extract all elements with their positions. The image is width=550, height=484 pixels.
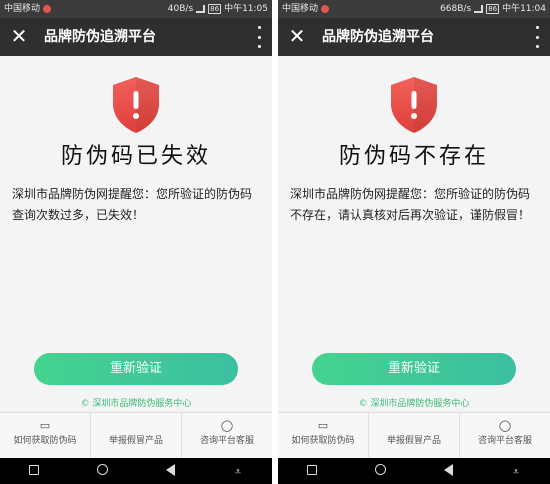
warning-shield-icon bbox=[391, 77, 437, 133]
battery-level: 86 bbox=[486, 4, 500, 14]
home-button[interactable] bbox=[370, 464, 390, 478]
retry-verify-button[interactable]: 重新验证 bbox=[34, 353, 238, 385]
bottom-tab-bar: ▭ 如何获取防伪码 举报假冒产品 ◯ 咨询平台客服 bbox=[0, 412, 272, 458]
tab-how-to-get-code[interactable]: ▭ 如何获取防伪码 bbox=[0, 413, 91, 458]
report-icon bbox=[91, 418, 181, 434]
more-options-icon[interactable] bbox=[254, 26, 264, 48]
system-nav-bar: ⩡ bbox=[278, 458, 550, 484]
status-message: 深圳市品牌防伪网提醒您：您所验证的防伪码不存在，请认真核对后再次验证，谨防假冒！ bbox=[290, 187, 531, 222]
tab-label: 咨询平台客服 bbox=[477, 436, 532, 446]
tab-how-to-get-code[interactable]: ▭ 如何获取防伪码 bbox=[278, 413, 369, 458]
tab-label: 如何获取防伪码 bbox=[13, 436, 77, 446]
status-right: 40B/s 86 中午11:05 bbox=[168, 0, 268, 18]
tab-report-counterfeit[interactable]: 举报假冒产品 bbox=[91, 413, 182, 458]
close-icon[interactable]: ✕ bbox=[8, 24, 30, 48]
page-title: 品牌防伪追溯平台 bbox=[44, 29, 156, 45]
close-icon[interactable]: ✕ bbox=[286, 24, 308, 48]
tab-label: 举报假冒产品 bbox=[386, 436, 441, 446]
carrier-icon bbox=[43, 5, 52, 13]
notification-drawer-button[interactable]: ⩡ bbox=[506, 466, 526, 477]
system-nav-bar: ⩡ bbox=[0, 458, 272, 484]
status-bar: 中国移动 668B/s 86 中午11:04 bbox=[278, 0, 550, 18]
tab-customer-service[interactable]: ◯ 咨询平台客服 bbox=[460, 413, 550, 458]
status-headline: 防伪码不存在 bbox=[338, 144, 489, 169]
footer-copyright: © 深圳市品牌防伪服务中心 bbox=[358, 399, 470, 409]
status-headline: 防伪码已失效 bbox=[60, 144, 211, 169]
tab-label: 举报假冒产品 bbox=[108, 436, 163, 446]
chat-bubble-icon: ◯ bbox=[498, 419, 512, 432]
clock: 中午11:04 bbox=[502, 4, 546, 14]
more-options-icon[interactable] bbox=[532, 26, 542, 48]
status-message: 深圳市品牌防伪网提醒您：您所验证的防伪码查询次数过多，已失效！ bbox=[12, 187, 253, 222]
back-button[interactable] bbox=[438, 463, 458, 479]
network-speed: 40B/s bbox=[167, 4, 194, 14]
tab-report-counterfeit[interactable]: 举报假冒产品 bbox=[369, 413, 460, 458]
status-left: 中国移动 bbox=[4, 0, 52, 18]
phone-screen-expired: 中国移动 40B/s 86 中午11:05 ✕ 品牌防伪追溯平台 防伪码已失效 … bbox=[0, 0, 272, 484]
bottom-tab-bar: ▭ 如何获取防伪码 举报假冒产品 ◯ 咨询平台客服 bbox=[278, 412, 550, 458]
retry-verify-button[interactable]: 重新验证 bbox=[312, 353, 516, 385]
carrier-name: 中国移动 bbox=[4, 4, 41, 14]
signal-icon bbox=[474, 5, 484, 13]
title-bar: ✕ 品牌防伪追溯平台 bbox=[0, 18, 272, 56]
chat-bubble-icon: ◯ bbox=[220, 419, 234, 432]
battery-level: 86 bbox=[208, 4, 222, 14]
footer-copyright: © 深圳市品牌防伪服务中心 bbox=[80, 399, 192, 409]
report-icon bbox=[369, 418, 459, 434]
recents-button[interactable] bbox=[24, 464, 44, 478]
carrier-name: 中国移动 bbox=[282, 4, 319, 14]
tab-label: 咨询平台客服 bbox=[199, 436, 254, 446]
wallet-icon: ▭ bbox=[39, 419, 51, 432]
tab-customer-service[interactable]: ◯ 咨询平台客服 bbox=[182, 413, 272, 458]
carrier-icon bbox=[321, 5, 330, 13]
page-title: 品牌防伪追溯平台 bbox=[322, 29, 434, 45]
status-left: 中国移动 bbox=[282, 0, 330, 18]
phone-screen-not-found: 中国移动 668B/s 86 中午11:04 ✕ 品牌防伪追溯平台 防伪码不存在… bbox=[278, 0, 550, 484]
recents-button[interactable] bbox=[302, 464, 322, 478]
network-speed: 668B/s bbox=[440, 4, 472, 14]
wallet-icon: ▭ bbox=[317, 419, 329, 432]
warning-shield-icon bbox=[113, 77, 159, 133]
notification-drawer-button[interactable]: ⩡ bbox=[228, 466, 248, 477]
status-right: 668B/s 86 中午11:04 bbox=[440, 0, 546, 18]
title-bar: ✕ 品牌防伪追溯平台 bbox=[278, 18, 550, 56]
back-button[interactable] bbox=[160, 463, 180, 479]
tab-label: 如何获取防伪码 bbox=[291, 436, 355, 446]
signal-icon bbox=[196, 5, 206, 13]
status-bar: 中国移动 40B/s 86 中午11:05 bbox=[0, 0, 272, 18]
clock: 中午11:05 bbox=[224, 4, 268, 14]
home-button[interactable] bbox=[92, 464, 112, 478]
